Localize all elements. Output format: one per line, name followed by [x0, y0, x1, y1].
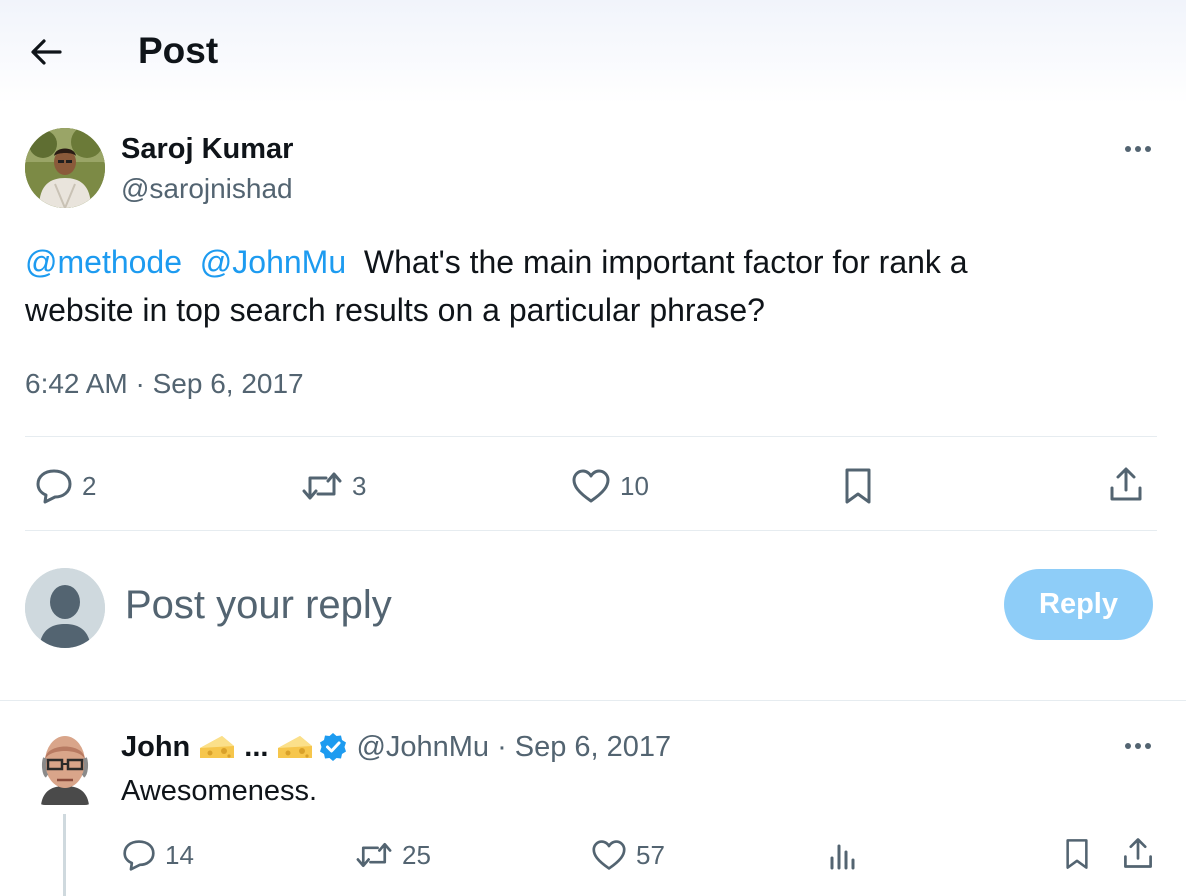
repost-arrows-icon: [302, 472, 342, 500]
reply-author-avatar[interactable]: [35, 730, 95, 805]
repost-count: 3: [352, 470, 367, 501]
mention-link[interactable]: @JohnMu: [200, 244, 346, 280]
more-horizontal-icon: [1125, 743, 1151, 749]
reply-action[interactable]: 14: [121, 838, 194, 872]
page-title: Post: [138, 30, 219, 71]
bar-chart-icon: [830, 844, 855, 870]
top-bar: Post: [0, 0, 1186, 104]
mention-link[interactable]: @methode: [25, 244, 182, 280]
verified-badge-icon: [320, 733, 347, 761]
like-action[interactable]: 57: [590, 838, 665, 872]
heart-icon: [572, 469, 610, 503]
reply-author-name[interactable]: John: [121, 731, 190, 764]
back-button[interactable]: [22, 30, 70, 74]
divider: [25, 530, 1157, 531]
like-count: 10: [620, 470, 649, 501]
reply-text: Awesomeness.: [121, 775, 318, 807]
reply-count: 14: [165, 839, 194, 870]
heart-icon: [592, 840, 626, 870]
tweet-text-line: website in top search results on a parti…: [25, 292, 765, 328]
reply-action[interactable]: 2: [34, 467, 96, 505]
current-user-avatar[interactable]: [25, 568, 105, 648]
views-button[interactable]: [826, 838, 860, 872]
meta-separator: ·: [497, 730, 507, 763]
repost-action[interactable]: 3: [300, 467, 366, 505]
name-ellipsis: ...: [244, 730, 269, 763]
like-action[interactable]: 10: [570, 467, 649, 505]
tweet-timestamp[interactable]: 6:42 AM · Sep 6, 2017: [25, 366, 304, 402]
share-icon: [1124, 838, 1152, 868]
bookmark-icon: [845, 468, 871, 504]
bookmark-icon: [1066, 839, 1088, 869]
reply-author-handle[interactable]: @JohnMu: [356, 731, 489, 764]
divider: [25, 436, 1157, 437]
reply-header: John ... @JohnMu · Sep 6, 2017: [121, 728, 671, 766]
author-handle[interactable]: @sarojnishad: [121, 172, 293, 206]
tweet-text: @methode @JohnMu What's the main importa…: [25, 238, 1145, 334]
more-options-button[interactable]: [1120, 134, 1160, 164]
share-button[interactable]: [1106, 464, 1146, 504]
reply-date[interactable]: Sep 6, 2017: [515, 731, 671, 764]
thread-line: [63, 814, 66, 896]
share-button[interactable]: [1120, 835, 1156, 871]
arrow-left-icon: [31, 39, 62, 65]
cheese-emoji: [278, 736, 313, 758]
reply-count: 2: [82, 470, 97, 501]
repost-count: 25: [402, 839, 431, 870]
cheese-emoji: [200, 736, 235, 758]
author-avatar[interactable]: [25, 128, 105, 208]
repost-action[interactable]: 25: [354, 838, 431, 872]
pixel-avatar: [41, 736, 89, 805]
repost-arrows-icon: [356, 842, 392, 868]
author-name[interactable]: Saroj Kumar: [121, 132, 293, 166]
default-user-icon: [25, 568, 105, 648]
bookmark-button[interactable]: [838, 466, 878, 506]
speech-bubble-icon: [123, 840, 155, 871]
speech-bubble-icon: [36, 469, 72, 504]
tweet-text-line: What's the main important factor for ran…: [363, 244, 968, 280]
avatar-photo: [25, 128, 105, 208]
reply-input[interactable]: Post your reply: [125, 580, 945, 630]
divider: [0, 700, 1186, 701]
reply-button[interactable]: Reply: [1004, 569, 1153, 640]
bookmark-button[interactable]: [1060, 836, 1094, 872]
share-icon: [1110, 467, 1142, 501]
reply-more-options-button[interactable]: [1120, 731, 1160, 761]
more-horizontal-icon: [1125, 146, 1151, 152]
like-count: 57: [636, 839, 665, 870]
